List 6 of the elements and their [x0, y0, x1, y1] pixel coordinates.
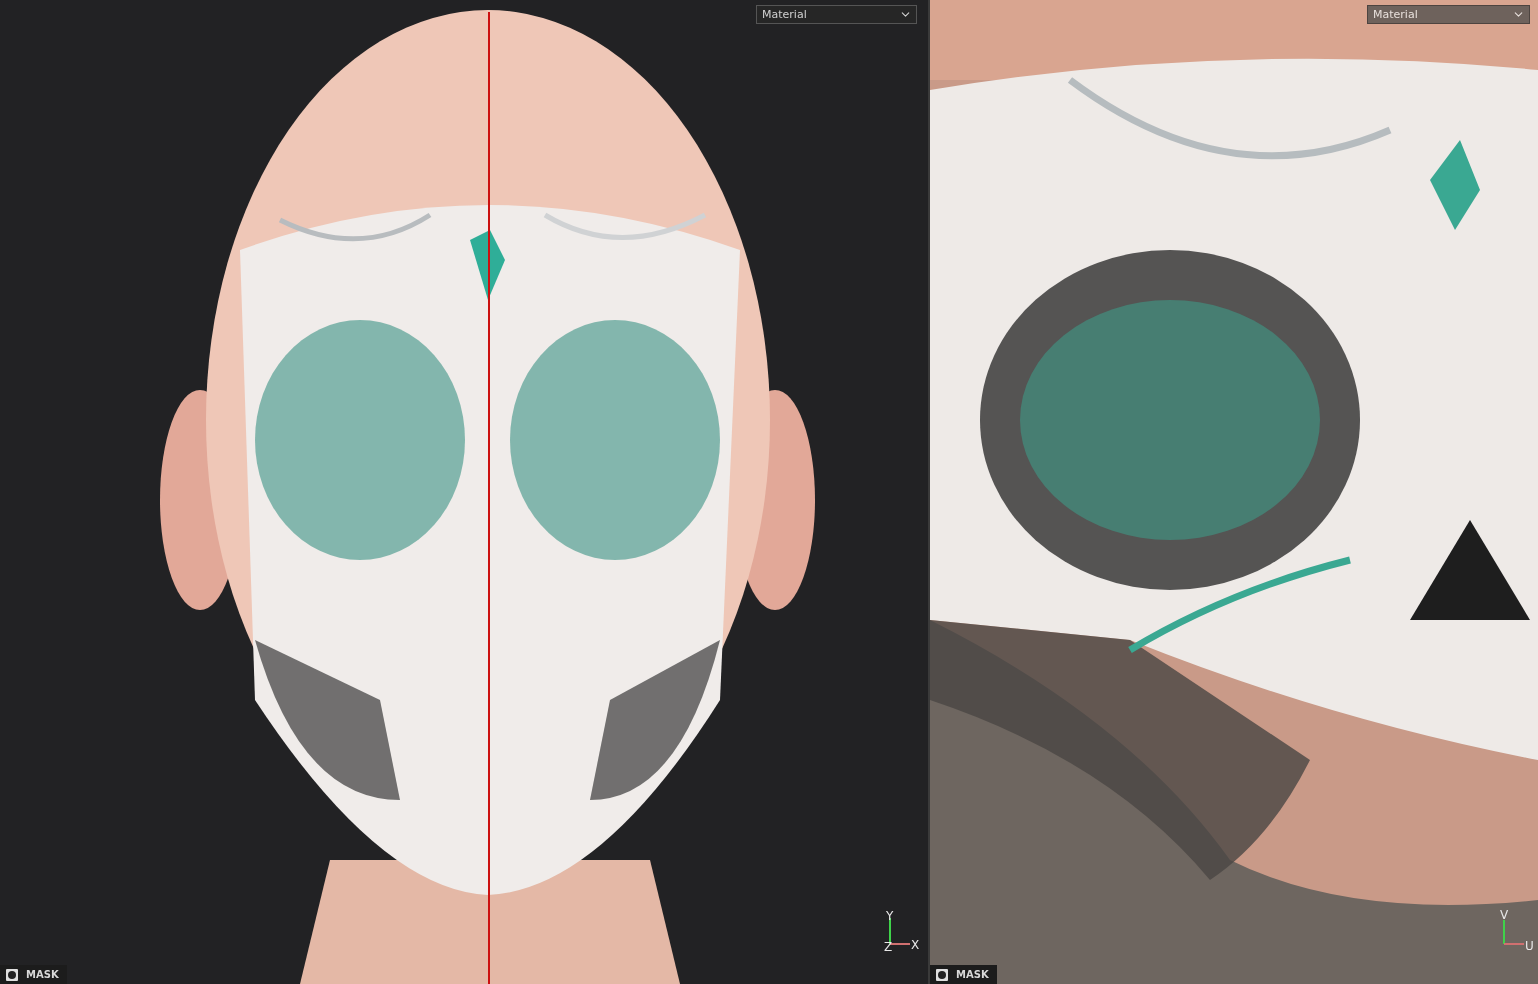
material-dropdown[interactable]: Material [1367, 5, 1530, 24]
mask-label: MASK [26, 969, 59, 980]
mask-icon[interactable] [936, 968, 948, 981]
mask-icon[interactable] [6, 968, 18, 981]
material-dropdown[interactable]: Material [756, 5, 917, 24]
mask-label: MASK [956, 969, 989, 980]
